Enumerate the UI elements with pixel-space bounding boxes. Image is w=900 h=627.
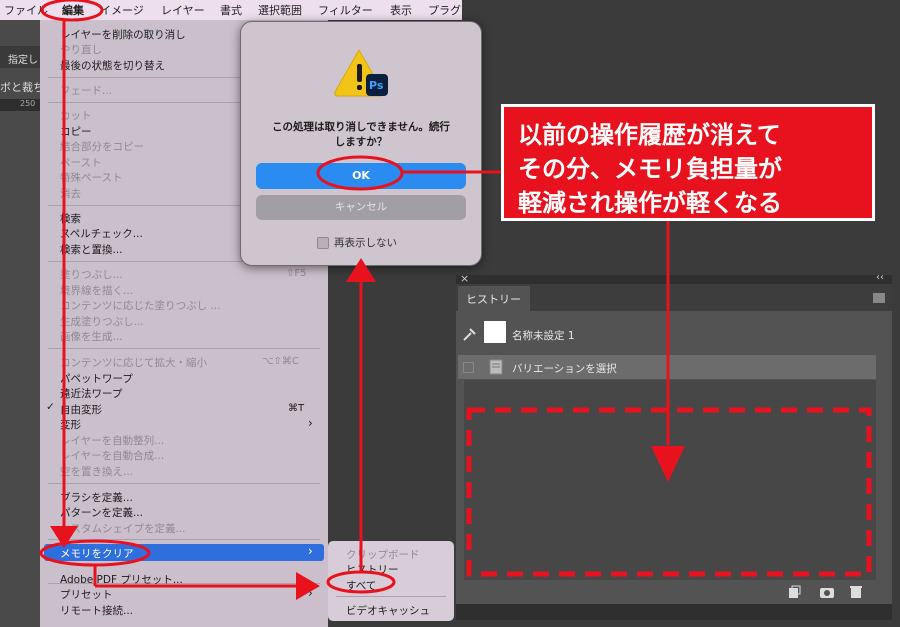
annotation-arrowhead <box>651 446 685 482</box>
annotation-arrowhead <box>296 572 320 600</box>
annotation-overlay <box>39 0 872 600</box>
annotation-circle-ok <box>316 155 404 191</box>
annotation-arrowhead <box>346 258 376 282</box>
annotation-circle-edit-menu <box>40 0 104 22</box>
annotation-circle-all <box>326 570 396 594</box>
annotation-circle-purge <box>39 539 151 567</box>
